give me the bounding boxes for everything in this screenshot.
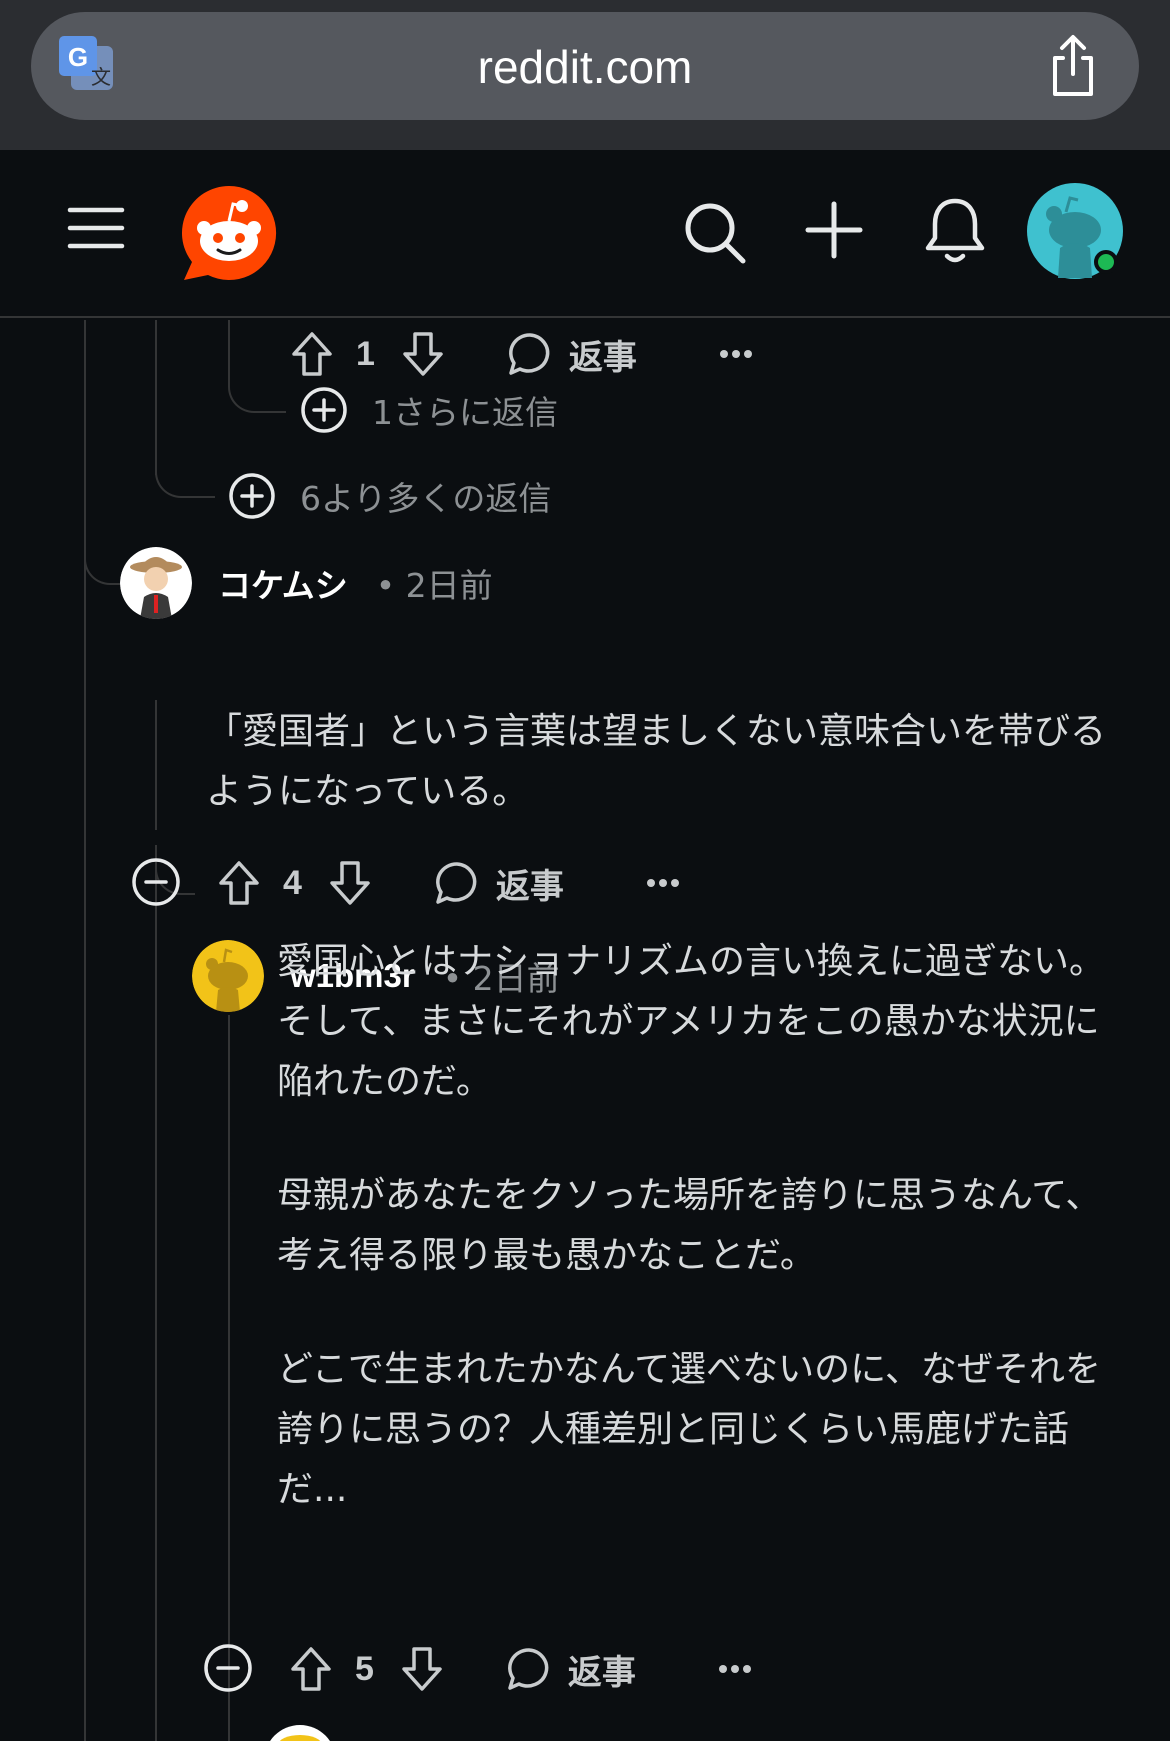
reply-icon[interactable] [434, 860, 480, 906]
thread-curve [84, 535, 124, 585]
comment-paragraph: 愛国心とはナショナリズムの言い換えに過ぎない。そして、まさにそれがアメリカをこの… [277, 941, 1106, 1102]
comment-thread: 1 返事 1さらに返信 6より多くの返信 コケムシ • 2日前 「愛国者」という… [0, 320, 1170, 1741]
url-text: reddit.com [477, 41, 693, 93]
comment-paragraph: 「愛国者」という言葉は望ましくない意味合いを帯びるようになっている。 [206, 711, 1107, 812]
vote-count: 4 [283, 863, 302, 902]
browser-bar: G 文 reddit.com [0, 0, 1170, 150]
comment-body: 愛国心とはナショナリズムの言い換えに過ぎない。そして、まさにそれがアメリカをこの… [277, 932, 1115, 1520]
vote-count: 5 [355, 1649, 374, 1688]
thread-curve [228, 375, 286, 413]
comment-paragraph: どこで生まれたかなんて選べないのに、なぜそれを誇りに思うの？人種差別と同じくらい… [277, 1349, 1102, 1510]
comment-actions: 1 返事 [290, 324, 753, 384]
avatar[interactable] [192, 940, 264, 1012]
upvote-icon[interactable] [290, 330, 334, 378]
reply-icon[interactable] [506, 1646, 552, 1692]
vote-count: 1 [356, 334, 375, 373]
more-replies-label: 6より多くの返信 [300, 479, 552, 518]
thread-line [228, 320, 230, 380]
comment-body: 「愛国者」という言葉は望ましくない意味合いを帯びるようになっている。 [206, 702, 1118, 822]
thread-line [84, 320, 86, 1741]
comment-timestamp: • 2日前 [375, 566, 493, 605]
reply-button[interactable]: 返事 [568, 1645, 636, 1694]
upvote-icon[interactable] [289, 1645, 333, 1693]
downvote-icon[interactable] [328, 859, 372, 907]
more-replies[interactable]: 6より多くの返信 [228, 472, 551, 520]
more-options-icon[interactable] [646, 878, 680, 888]
reply-button[interactable]: 返事 [496, 859, 564, 908]
more-options-icon[interactable] [718, 1664, 752, 1674]
user-avatar[interactable] [1026, 182, 1124, 280]
author-name[interactable]: コケムシ [218, 559, 348, 607]
comment-actions: 5 返事 [289, 1639, 752, 1699]
reddit-logo[interactable] [180, 184, 278, 282]
downvote-icon[interactable] [400, 1645, 444, 1693]
downvote-icon[interactable] [401, 330, 445, 378]
expand-icon[interactable] [300, 386, 348, 434]
share-icon[interactable] [1045, 34, 1101, 98]
more-replies-nested[interactable]: 1さらに返信 [300, 386, 558, 434]
thread-line [155, 850, 157, 1741]
avatar[interactable] [264, 1725, 336, 1741]
comment-paragraph: 母親があなたをクソった場所を誇りに思うなんて、考え得る限り最も愚かなことだ。 [277, 1175, 1102, 1276]
hamburger-menu-icon[interactable] [66, 205, 126, 251]
reddit-header [0, 150, 1170, 318]
search-icon[interactable] [682, 200, 748, 266]
thread-line [228, 1015, 230, 1575]
comment-author-row: コケムシ • 2日前 [120, 547, 493, 619]
upvote-icon[interactable] [217, 859, 261, 907]
expand-icon[interactable] [228, 472, 276, 520]
collapse-icon[interactable] [131, 857, 181, 907]
bell-icon[interactable] [923, 196, 987, 266]
thread-line [155, 320, 157, 475]
collapse-icon[interactable] [203, 1643, 253, 1693]
avatar[interactable] [120, 547, 192, 619]
reply-icon[interactable] [507, 331, 553, 377]
reply-button[interactable]: 返事 [569, 330, 637, 379]
comment-actions: 4 返事 [217, 853, 680, 913]
thread-line [155, 700, 157, 830]
more-options-icon[interactable] [719, 349, 753, 359]
address-bar[interactable]: G 文 reddit.com [31, 12, 1139, 120]
thread-curve [155, 470, 215, 498]
more-replies-label: 1さらに返信 [372, 393, 558, 432]
thread-line [228, 1530, 230, 1741]
plus-icon[interactable] [805, 201, 863, 259]
